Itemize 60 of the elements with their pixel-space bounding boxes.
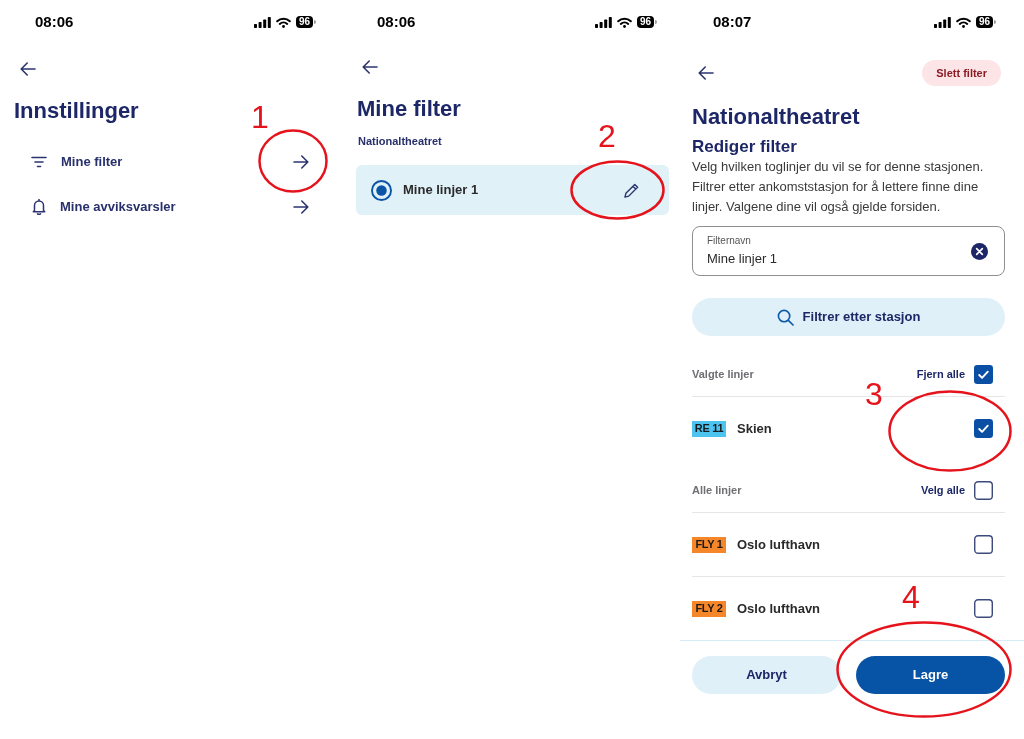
- station-name: Nationaltheatret: [358, 134, 442, 148]
- arrow-right-icon[interactable]: [293, 153, 309, 170]
- status-time: 08:06: [35, 12, 74, 32]
- annotation-number: 1: [251, 101, 269, 133]
- battery-level: 96: [636, 16, 657, 28]
- annotation-ellipse: [258, 129, 328, 193]
- toggle-all-label[interactable]: Fjern alle: [916, 365, 965, 383]
- annotation-number: 4: [902, 581, 920, 613]
- back-arrow-icon[interactable]: [362, 59, 378, 75]
- text-input[interactable]: Mine linjer 1: [707, 250, 907, 268]
- annotation-number: 3: [865, 378, 883, 410]
- wifi-icon: [616, 16, 632, 28]
- cancel-button[interactable]: Avbryt: [692, 656, 841, 694]
- search-icon: [776, 308, 794, 326]
- delete-filter-button[interactable]: Slett filter: [922, 60, 1001, 86]
- checkbox[interactable]: [974, 364, 993, 384]
- filter-name: Mine linjer 1: [403, 181, 479, 200]
- screen-title: Mine filter: [357, 95, 461, 123]
- annotation-number: 2: [598, 120, 616, 152]
- field-label: Filternavn: [707, 234, 751, 247]
- line-badge: FLY 1: [692, 536, 726, 553]
- section-heading: Alle linjer: [692, 482, 742, 498]
- filter-icon: [31, 155, 47, 168]
- checkbox[interactable]: [974, 419, 993, 438]
- wifi-icon: [275, 16, 291, 28]
- line-badge: FLY 2: [692, 600, 726, 617]
- checkbox[interactable]: [974, 480, 993, 500]
- menu-item[interactable]: Mine avviksvarsler: [60, 196, 176, 217]
- line-destination: Skien: [737, 419, 772, 438]
- clear-icon[interactable]: [971, 242, 988, 260]
- status-time: 08:06: [377, 12, 416, 32]
- text-field[interactable]: Filternavn Mine linjer 1: [692, 226, 1005, 276]
- section-heading: Valgte linjer: [692, 366, 754, 382]
- line-destination: Oslo lufthavn: [737, 535, 821, 554]
- filter-card[interactable]: Mine linjer 1: [356, 165, 669, 215]
- bell-icon: [32, 198, 46, 215]
- pencil-icon[interactable]: [624, 182, 639, 198]
- signal-icon: [253, 16, 271, 28]
- line-badge: RE 11: [692, 420, 726, 437]
- section-title: Rediger filter: [692, 137, 797, 157]
- status-time: 08:07: [713, 12, 752, 32]
- arrow-right-icon[interactable]: [293, 198, 309, 215]
- menu-item[interactable]: Mine filter: [61, 151, 123, 172]
- wifi-icon: [955, 16, 971, 28]
- radio-button[interactable]: [371, 179, 392, 201]
- back-arrow-icon[interactable]: [698, 65, 714, 81]
- save-button[interactable]: Lagre: [856, 656, 1005, 694]
- battery-level: 96: [975, 16, 996, 28]
- line-destination: Oslo lufthavn: [737, 599, 821, 618]
- screen-title: Innstillinger: [14, 97, 139, 125]
- description-text: Velg hvilken toglinjer du vil se for denne stasjonen. Filtrer etter ankomststasjon for å lettere finne dine linjer. Valgene dine vil også gjelde forsiden.: [692, 158, 985, 216]
- signal-icon: [594, 16, 612, 28]
- checkbox[interactable]: [974, 535, 993, 554]
- battery-level: 96: [295, 16, 316, 28]
- toggle-all-label[interactable]: Velg alle: [920, 481, 965, 499]
- signal-icon: [933, 16, 951, 28]
- back-arrow-icon[interactable]: [20, 61, 36, 77]
- search-button[interactable]: Filtrer etter stasjon: [692, 298, 1005, 336]
- checkbox[interactable]: [974, 599, 993, 618]
- screen-title: Nationaltheatret: [692, 103, 860, 131]
